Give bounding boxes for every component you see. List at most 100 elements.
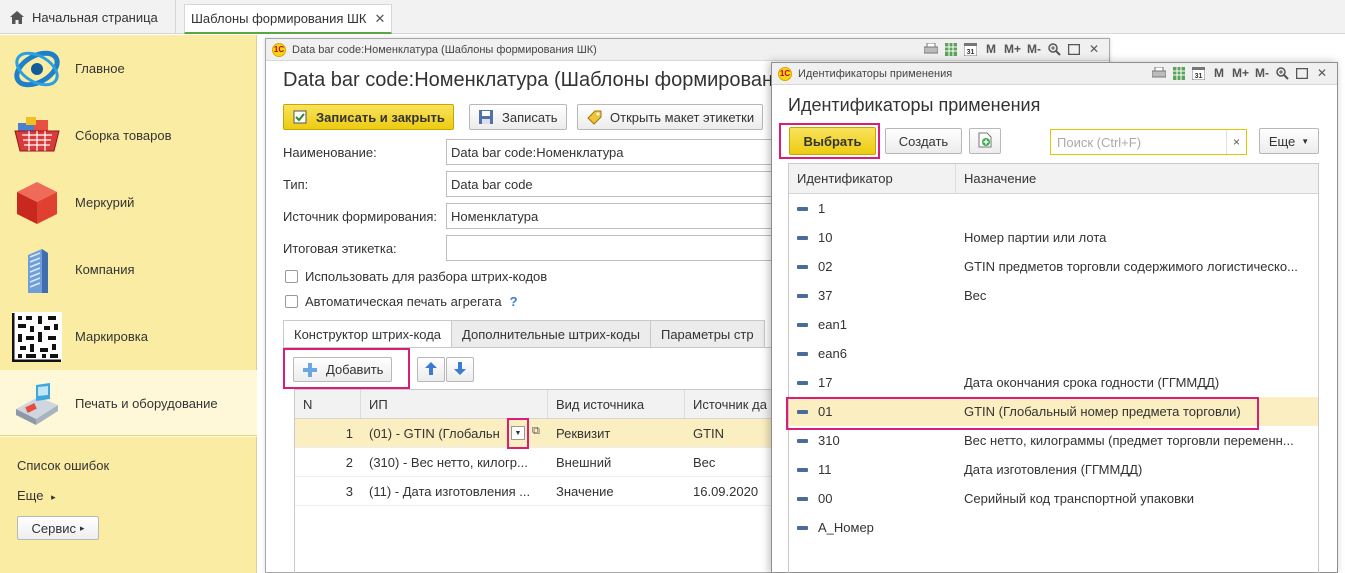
- table-row[interactable]: ean1: [789, 310, 1318, 339]
- sidebar-divider: [0, 435, 257, 436]
- errors-list-link[interactable]: Список ошибок: [17, 458, 109, 473]
- row-purpose: GTIN предметов торговли содержимого логи…: [964, 259, 1298, 274]
- tab-home[interactable]: Начальная страница: [0, 0, 176, 34]
- column-header-n[interactable]: N: [295, 390, 361, 418]
- save-button[interactable]: Записать: [469, 104, 567, 130]
- clear-search-icon[interactable]: ×: [1226, 130, 1246, 154]
- table-row[interactable]: 10 Номер партии или лота: [789, 223, 1318, 252]
- table-row[interactable]: 2 (310) - Вес нетто, килогр... Внешний В…: [295, 448, 813, 477]
- table-row[interactable]: 17 Дата окончания срока годности (ГГММДД): [789, 368, 1318, 397]
- tab-barcode-constructor[interactable]: Конструктор штрих-кода: [283, 320, 453, 348]
- tab-home-label: Начальная страница: [32, 9, 158, 25]
- window-close-icon[interactable]: ✕: [1315, 65, 1329, 81]
- highlight-add-button: [283, 348, 410, 389]
- source-field[interactable]: Номенклатура: [446, 203, 776, 229]
- final-label-field[interactable]: [446, 235, 776, 261]
- table-row[interactable]: 310 Вес нетто, килограммы (предмет торгов…: [789, 426, 1318, 455]
- print-icon[interactable]: [923, 41, 938, 57]
- sidebar-item-company[interactable]: Компания: [0, 236, 257, 303]
- memory-m-button[interactable]: M: [984, 41, 998, 57]
- auto-print-checkbox[interactable]: [285, 295, 298, 308]
- close-tab-icon[interactable]: ✕: [375, 11, 386, 27]
- row-number: 1: [345, 425, 353, 441]
- datamatrix-icon: [12, 311, 62, 362]
- table-row[interactable]: A_Номер: [789, 513, 1318, 542]
- use-parsing-checkbox[interactable]: [285, 270, 298, 283]
- move-up-button[interactable]: [417, 357, 445, 382]
- row-identifier: 02: [818, 259, 833, 274]
- auto-print-label: Автоматическая печать агрегата: [305, 294, 502, 309]
- zoom-icon[interactable]: [1047, 41, 1061, 57]
- table-row[interactable]: 1 (01) - GTIN (Глобальн ▼ ⧉ Реквизит GTI…: [295, 419, 813, 448]
- sidebar-item-mercury[interactable]: Меркурий: [0, 169, 257, 236]
- highlight-select-button: [779, 123, 880, 159]
- sidebar-item-print-equipment[interactable]: Печать и оборудование: [0, 370, 257, 437]
- calendar-icon[interactable]: 31: [1192, 65, 1206, 81]
- template-form-titlebar: 1С Data bar code:Номенклатура (Шаблоны ф…: [266, 39, 1109, 61]
- table-row[interactable]: ean6: [789, 339, 1318, 368]
- table-row[interactable]: 11 Дата изготовления (ГГММДД): [789, 455, 1318, 484]
- item-dash-icon: [797, 380, 808, 385]
- identifiers-table: Идентификатор Назначение 1 10 Номер парти…: [788, 163, 1319, 573]
- more-button[interactable]: Еще ▼: [1259, 128, 1319, 154]
- identifiers-titlebar: 1С Идентификаторы применения 31 M M+ M- …: [772, 63, 1337, 85]
- print-icon[interactable]: [1151, 65, 1166, 81]
- column-header-source-kind[interactable]: Вид источника: [548, 390, 685, 418]
- identifiers-heading: Идентификаторы применения: [788, 95, 1041, 115]
- tab-parameters[interactable]: Параметры стр: [649, 320, 765, 347]
- maximize-icon[interactable]: [1295, 65, 1309, 81]
- table-row[interactable]: 1: [789, 194, 1318, 223]
- floppy-icon: [478, 109, 494, 125]
- row-identifier: 1: [818, 201, 826, 216]
- move-down-button[interactable]: [446, 357, 474, 382]
- name-field[interactable]: Data bar code:Номенклатура: [446, 139, 776, 165]
- sidebar-item-marking[interactable]: Маркировка: [0, 303, 257, 370]
- table-row[interactable]: 02 GTIN предметов торговли содержимого ло…: [789, 252, 1318, 281]
- sidebar-item-print-equipment-label: Печать и оборудование: [75, 396, 218, 411]
- main-section-icon: [14, 50, 60, 87]
- sidebar-item-assembly[interactable]: Сборка товаров: [0, 102, 257, 169]
- sidebar-item-marking-label: Маркировка: [75, 329, 148, 344]
- memory-m-button[interactable]: M: [1212, 65, 1226, 81]
- table-row[interactable]: 00 Серийный код транспортной упаковки: [789, 484, 1318, 513]
- row-ip-value: (01) - GTIN (Глобальн: [369, 425, 500, 441]
- spreadsheet-icon[interactable]: [944, 41, 958, 57]
- row-identifier: ean1: [818, 317, 847, 332]
- save-and-close-button[interactable]: Записать и закрыть: [283, 104, 454, 130]
- column-header-ip[interactable]: ИП: [361, 390, 548, 418]
- table-row[interactable]: 3 (11) - Дата изготовления ... Значение …: [295, 477, 813, 506]
- window-close-icon[interactable]: ✕: [1087, 41, 1101, 57]
- svg-text:31: 31: [967, 49, 975, 56]
- column-header-purpose[interactable]: Назначение: [956, 164, 1318, 193]
- help-icon[interactable]: ?: [510, 294, 518, 309]
- memory-minus-button[interactable]: M-: [1255, 65, 1269, 81]
- service-button[interactable]: Сервис ▸: [17, 516, 99, 540]
- copy-button[interactable]: [969, 128, 1001, 154]
- create-button[interactable]: Создать: [885, 128, 962, 154]
- search-input[interactable]: Поиск (Ctrl+F) ×: [1050, 129, 1247, 155]
- more-button-label: Еще: [1268, 133, 1296, 149]
- tab-barcode-templates[interactable]: Шаблоны формирования ШК ✕: [184, 4, 392, 34]
- column-header-identifier[interactable]: Идентификатор: [789, 164, 956, 193]
- sidebar-item-main[interactable]: Главное: [0, 35, 257, 102]
- more-link[interactable]: Еще ▸: [17, 488, 56, 503]
- building-icon: [28, 248, 48, 293]
- use-parsing-checkbox-row[interactable]: Использовать для разбора штрих-кодов: [285, 269, 547, 284]
- zoom-icon[interactable]: [1275, 65, 1289, 81]
- memory-minus-button[interactable]: M-: [1027, 41, 1041, 57]
- spreadsheet-icon[interactable]: [1172, 65, 1186, 81]
- tab-additional-barcodes[interactable]: Дополнительные штрих-коды: [451, 320, 651, 347]
- memory-plus-button[interactable]: M+: [1004, 41, 1021, 57]
- chevron-right-icon: ▸: [51, 492, 56, 502]
- maximize-icon[interactable]: [1067, 41, 1081, 57]
- type-field[interactable]: Data bar code: [446, 171, 776, 197]
- row-ip-value: (11) - Дата изготовления ...: [369, 483, 531, 499]
- auto-print-checkbox-row[interactable]: Автоматическая печать агрегата ?: [285, 294, 518, 309]
- row-identifier: 310: [818, 433, 840, 448]
- table-row[interactable]: 37 Вес: [789, 281, 1318, 310]
- row-identifier: 37: [818, 288, 833, 303]
- open-external-icon[interactable]: ⧉: [532, 425, 540, 438]
- memory-plus-button[interactable]: M+: [1232, 65, 1249, 81]
- open-label-layout-button[interactable]: Открыть макет этикетки: [577, 104, 764, 130]
- calendar-icon[interactable]: 31: [964, 41, 978, 57]
